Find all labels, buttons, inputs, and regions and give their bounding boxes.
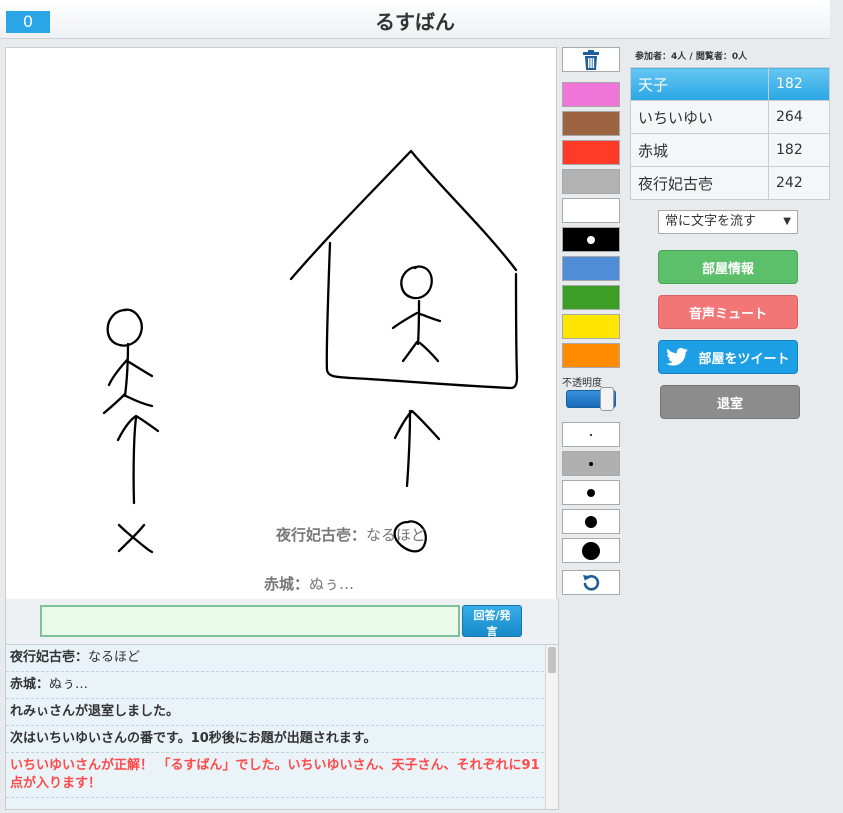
stroke (132, 416, 138, 505)
right-panel: 参加者：4人 / 閲覧者：0人 天子 182 いちいゆい 264 赤城 182 … (629, 47, 830, 813)
table-row: 夜行妃古壱 242 (630, 166, 830, 200)
color-swatch[interactable] (562, 140, 620, 165)
chat-log[interactable]: 夜行妃古壱：なるほど 赤城：ぬぅ… れみぃさんが退室しました。 次はいちいゆいさ… (5, 644, 559, 810)
stroke (418, 341, 440, 363)
dropdown-arrow-icon: ▼ (783, 216, 791, 227)
scrollbar-thumb[interactable] (548, 647, 556, 673)
page-title: るすばん (375, 10, 455, 34)
canvas-overlay-message: 赤城：ぬぅ… (264, 575, 355, 593)
exit-button[interactable]: 退室 (660, 385, 800, 419)
stroke (127, 360, 154, 378)
stroke (405, 409, 412, 488)
brush-size-option[interactable] (562, 422, 620, 447)
tweet-button[interactable]: 部屋をツイート (658, 340, 798, 374)
brush-size-option[interactable] (562, 538, 620, 563)
player-name: 天子 (630, 67, 769, 101)
overlay-author: 夜行妃古壱 (276, 526, 352, 544)
list-item: 赤城：ぬぅ… (6, 672, 544, 699)
send-button[interactable]: 回答/発言 (462, 605, 522, 638)
stroke (123, 342, 130, 398)
undo-icon (583, 574, 600, 591)
color-swatch[interactable] (562, 169, 620, 194)
list-item: れみぃさんが退室しました。 (6, 699, 544, 726)
stroke (102, 392, 127, 415)
opacity-label: 不透明度 (562, 378, 602, 389)
log-scrollbar[interactable] (545, 645, 558, 809)
list-item: 次はいちいゆいさんの番です。10秒後にお題が出題されます。 (6, 726, 544, 753)
participant-count: 参加者：4人 / 閲覧者：0人 (635, 52, 748, 62)
stroke (116, 414, 160, 442)
color-swatch[interactable] (562, 285, 620, 310)
player-name: いちいゆい (630, 100, 769, 134)
brush-dot-icon (587, 488, 595, 497)
header-bar: 0 るすばん (0, 0, 830, 39)
table-row: 天子 182 (630, 67, 830, 101)
stroke (400, 265, 433, 300)
overlay-author: 赤城 (264, 575, 295, 593)
player-score: 264 (768, 100, 830, 134)
player-score: 182 (768, 67, 830, 101)
stroke (117, 523, 154, 554)
stroke (124, 394, 154, 408)
select-value: 常に文字を流す (665, 214, 757, 229)
player-name: 夜行妃古壱 (630, 166, 769, 200)
player-name: 赤城 (630, 133, 769, 167)
overlay-text: なるほど (366, 526, 427, 544)
answer-input[interactable] (40, 605, 460, 637)
stroke (289, 149, 518, 281)
slider-handle[interactable] (600, 387, 614, 411)
brush-size-option[interactable] (562, 480, 620, 505)
room-info-button[interactable]: 部屋情報 (658, 250, 798, 284)
mute-button[interactable]: 音声ミュート (658, 295, 798, 329)
color-swatch[interactable] (562, 82, 620, 107)
brush-size-option[interactable] (562, 451, 620, 476)
undo-button[interactable] (562, 570, 620, 595)
overlay-text: ぬぅ… (309, 575, 355, 593)
canvas-overlay-message: 夜行妃古壱：なるほど (276, 526, 427, 544)
log-text: ぬぅ… (49, 677, 89, 692)
chat-log-list: 夜行妃古壱：なるほど 赤城：ぬぅ… れみぃさんが退室しました。 次はいちいゆいさ… (6, 645, 544, 798)
player-score: 182 (768, 133, 830, 167)
log-author: 夜行妃古壱 (10, 650, 76, 665)
list-item: いちいゆいさんが正解！ 「るすばん」でした。いちいゆいさん、天子さん、それぞれに… (6, 753, 544, 798)
brush-dot-icon (590, 433, 592, 436)
stroke (418, 312, 442, 323)
stroke (416, 299, 421, 346)
stroke (107, 358, 129, 387)
stroke (106, 308, 143, 347)
color-swatch[interactable] (562, 256, 620, 281)
tweet-button-label: 部屋をツイート (698, 351, 790, 367)
table-row: いちいゆい 264 (630, 100, 830, 134)
color-swatch[interactable] (562, 227, 620, 252)
color-swatch[interactable] (562, 198, 620, 223)
brush-dot-icon (582, 541, 600, 560)
color-swatch[interactable] (562, 111, 620, 136)
drawing-canvas[interactable]: 夜行妃古壱：なるほど 赤城：ぬぅ… (5, 47, 557, 600)
clear-canvas-button[interactable] (562, 47, 620, 72)
text-flow-select[interactable]: 常に文字を流す ▼ (658, 210, 798, 234)
opacity-slider[interactable] (566, 387, 616, 411)
player-score: 242 (768, 166, 830, 200)
brush-size-option[interactable] (562, 509, 620, 534)
brush-dot-icon (585, 515, 597, 528)
drawing-strokes (102, 149, 519, 554)
stroke (401, 340, 419, 363)
input-row: 回答/発言 (5, 599, 559, 645)
selected-indicator (587, 235, 595, 244)
list-item: 夜行妃古壱：なるほど (6, 645, 544, 672)
color-swatch[interactable] (562, 343, 620, 368)
table-row: 赤城 182 (630, 133, 830, 167)
color-swatch[interactable] (562, 314, 620, 339)
trash-icon (583, 49, 599, 70)
player-table: 天子 182 いちいゆい 264 赤城 182 夜行妃古壱 242 (630, 67, 830, 200)
twitter-bird-icon (666, 348, 689, 366)
stroke (391, 311, 419, 330)
log-text: なるほど (88, 650, 141, 665)
log-author: 赤城 (10, 677, 37, 692)
brush-dot-icon (589, 461, 593, 466)
stroke (393, 409, 441, 441)
